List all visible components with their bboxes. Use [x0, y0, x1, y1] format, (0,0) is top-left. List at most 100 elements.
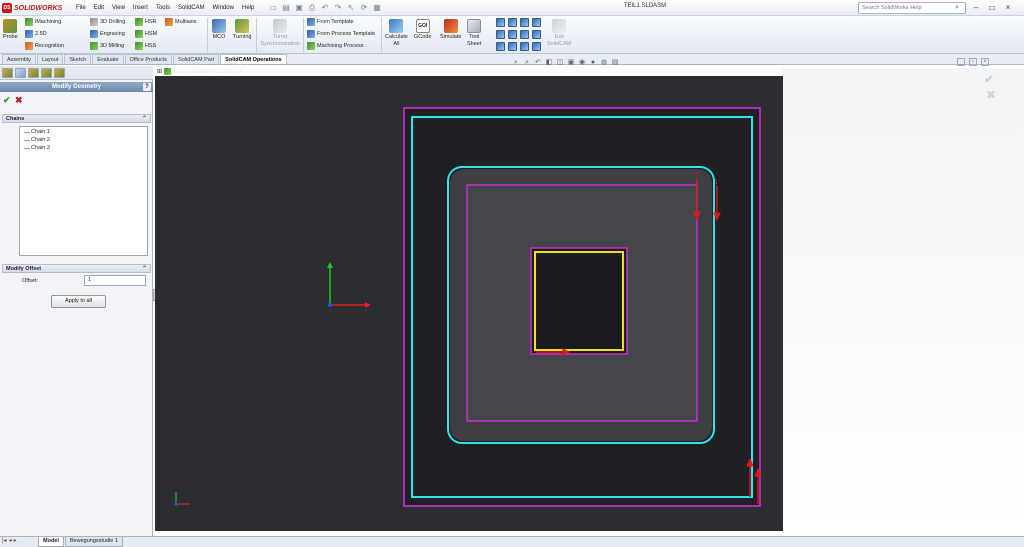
save-icon[interactable]: ▣ — [294, 3, 304, 13]
calculate-all-button[interactable]: Calculate All — [385, 19, 408, 48]
menu-view[interactable]: View — [108, 2, 129, 14]
view-icon[interactable] — [532, 30, 541, 39]
tab-solidcam-operations[interactable]: SolidCAM Operations — [220, 54, 287, 64]
print-icon[interactable]: ⎙ — [307, 3, 317, 13]
feature-manager-tab-icon[interactable] — [2, 68, 13, 78]
hsr-button[interactable]: HSR — [135, 18, 157, 26]
undo-icon[interactable]: ↶ — [320, 3, 330, 13]
chains-group-header[interactable]: Chains ⌃ — [2, 114, 151, 123]
view-icon[interactable] — [532, 18, 541, 27]
cancel-x-icon[interactable]: ✖ — [15, 95, 23, 106]
view-icon[interactable] — [508, 42, 517, 51]
hide-show-icon[interactable]: ◉ — [578, 59, 586, 67]
solidcam-manager-tab-icon[interactable] — [54, 68, 65, 78]
hss-button[interactable]: HSS — [135, 42, 156, 50]
solidworks-logo[interactable]: DS SOLIDWORKS — [2, 1, 64, 15]
turret-synchronization-button[interactable]: Turret Synchronization — [259, 19, 301, 48]
from-process-template-button[interactable]: From Process Template — [307, 30, 375, 38]
assembly-root-label[interactable]: TEIL1 (Standard<Display St... — [173, 69, 246, 75]
collapse-chevron-icon[interactable]: ⌃ — [142, 265, 147, 273]
ok-checkmark-icon[interactable]: ✔ — [3, 95, 11, 106]
edit-appearance-icon[interactable]: ● — [589, 59, 597, 67]
tab-motion-study[interactable]: Bewegungsstudie 1 — [64, 537, 123, 547]
menu-window[interactable]: Window — [209, 2, 238, 14]
search-icon[interactable]: ⌕ — [955, 4, 965, 12]
open-icon[interactable]: ▤ — [281, 3, 291, 13]
search-field[interactable]: Search SolidWorks Help ⌕ — [858, 2, 966, 14]
turning-button[interactable]: Turning — [233, 19, 251, 41]
select-icon[interactable]: ↖ — [346, 3, 356, 13]
redo-icon[interactable]: ↷ — [333, 3, 343, 13]
zoom-to-area-icon[interactable]: ⌕ — [523, 59, 531, 67]
machining-process-button[interactable]: Machining Process — [307, 42, 363, 50]
close-icon[interactable]: × — [1002, 2, 1014, 14]
view-icon[interactable] — [496, 42, 505, 51]
confirmation-corner-cancel-icon[interactable]: ✖ — [986, 88, 996, 102]
tab-layout[interactable]: Layout — [36, 54, 64, 64]
view-icon[interactable] — [496, 30, 505, 39]
tab-evaluate[interactable]: Evaluate — [92, 54, 124, 64]
tab-sketch[interactable]: Sketch — [64, 54, 92, 64]
next-tab-icon[interactable]: ▸ — [14, 537, 17, 544]
menu-solidcam[interactable]: SolidCAM — [174, 2, 209, 14]
multiaxis-button[interactable]: Multiaxis — [165, 18, 196, 26]
modify-offset-group-header[interactable]: Modify Offset ⌃ — [2, 264, 151, 273]
engraving-button[interactable]: Engraving — [90, 30, 125, 38]
view-settings-icon[interactable]: ▤ — [611, 59, 619, 67]
from-template-button[interactable]: From Template — [307, 18, 354, 26]
offset-input[interactable]: 1 — [84, 275, 146, 286]
new-document-icon[interactable]: ▭ — [268, 3, 278, 13]
3d-drilling-button[interactable]: 3D Drilling — [90, 18, 125, 26]
view-orientation-icon[interactable]: ◫ — [556, 59, 564, 67]
view-icon[interactable] — [532, 42, 541, 51]
view-icon[interactable] — [520, 18, 529, 27]
viewport-restore-icon[interactable]: ▫ — [969, 58, 977, 66]
tool-sheet-button[interactable]: Tool Sheet — [467, 19, 481, 48]
chains-list[interactable]: Chain 1 Chain 2 Chain 3 — [19, 126, 148, 256]
view-icon[interactable] — [496, 18, 505, 27]
graphics-viewport[interactable]: 0 1 — [155, 76, 783, 531]
view-icon[interactable] — [508, 18, 517, 27]
3d-milling-button[interactable]: 3D Milling — [90, 42, 124, 50]
chain-list-item[interactable]: Chain 2 — [24, 137, 50, 143]
tab-office-products[interactable]: Office Products — [124, 54, 173, 64]
search-input[interactable]: Search SolidWorks Help — [862, 5, 953, 11]
dimxpert-manager-tab-icon[interactable] — [41, 68, 52, 78]
viewport-minimize-icon[interactable]: _ — [957, 58, 965, 66]
section-view-icon[interactable]: ◧ — [545, 59, 553, 67]
probe-button[interactable]: Probe — [3, 19, 18, 41]
minimize-icon[interactable]: – — [970, 2, 982, 14]
apply-to-all-button[interactable]: Apply to all — [51, 295, 106, 308]
menu-help[interactable]: Help — [238, 2, 258, 14]
simulate-button[interactable]: Simulate — [440, 19, 461, 41]
configuration-manager-tab-icon[interactable] — [28, 68, 39, 78]
chain-list-item[interactable]: Chain 1 — [24, 129, 50, 135]
property-manager-tab-icon[interactable] — [15, 68, 26, 78]
collapse-chevron-icon[interactable]: ⌃ — [142, 115, 147, 123]
hsm-button[interactable]: HSM — [135, 30, 157, 38]
view-icon[interactable] — [520, 30, 529, 39]
previous-view-icon[interactable]: ↶ — [534, 59, 542, 67]
restore-icon[interactable]: ▭ — [986, 2, 998, 14]
cad-canvas[interactable]: 0 1 — [155, 76, 783, 531]
recognition-button[interactable]: Recognition — [25, 42, 64, 50]
options-icon[interactable]: ▦ — [372, 3, 382, 13]
viewport-close-icon[interactable]: × — [981, 58, 989, 66]
view-icon[interactable] — [508, 30, 517, 39]
menu-insert[interactable]: Insert — [129, 2, 152, 14]
menu-edit[interactable]: Edit — [90, 2, 108, 14]
gcode-button[interactable]: GOI GCode — [414, 19, 431, 41]
rebuild-icon[interactable]: ⟳ — [359, 3, 369, 13]
feature-tree-flyout[interactable]: ⊞ TEIL1 (Standard<Display St... — [157, 67, 246, 76]
menu-file[interactable]: File — [72, 2, 90, 14]
mco-button[interactable]: MCO — [212, 19, 226, 41]
first-tab-icon[interactable]: |◂ — [2, 537, 7, 544]
display-style-icon[interactable]: ▣ — [567, 59, 575, 67]
help-icon[interactable]: ? — [143, 83, 151, 91]
tab-solidcam-part[interactable]: SolidCAM Part — [173, 54, 220, 64]
imachining-button[interactable]: iMachining — [25, 18, 61, 26]
chain-list-item[interactable]: Chain 3 — [24, 145, 50, 151]
zoom-to-fit-icon[interactable]: ⌕ — [512, 59, 520, 67]
tab-assembly[interactable]: Assembly — [2, 54, 36, 64]
menu-tools[interactable]: Tools — [152, 2, 174, 14]
